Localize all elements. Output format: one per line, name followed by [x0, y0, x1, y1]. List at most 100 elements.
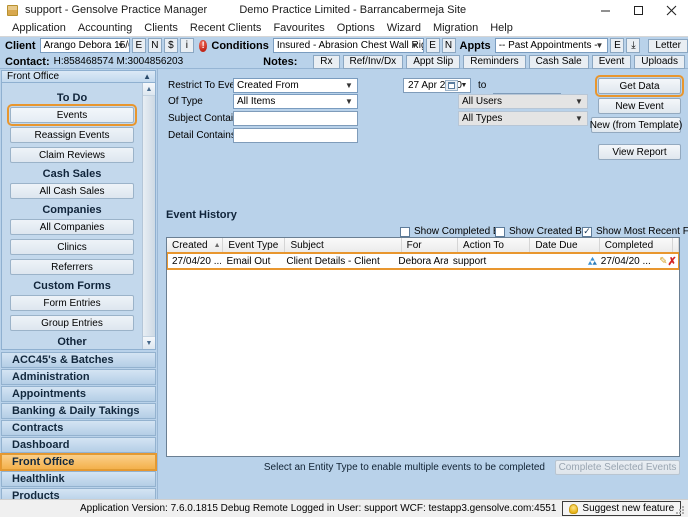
sidebar-item-referrers[interactable]: Referrers	[10, 259, 134, 275]
checkbox-icon	[400, 226, 410, 237]
download-icon[interactable]: ⤓	[626, 38, 641, 53]
chevron-down-icon: ▼	[116, 41, 125, 50]
menu-item-migration[interactable]: Migration	[427, 20, 484, 36]
pencil-icon[interactable]: ✎	[659, 256, 667, 267]
menu-item-wizard[interactable]: Wizard	[381, 20, 427, 36]
window-title-left: support - Gensolve Practice Manager	[25, 4, 208, 16]
restrict-to-events-value: Created From	[237, 80, 299, 91]
maximize-icon[interactable]	[622, 0, 655, 20]
close-icon[interactable]	[655, 0, 688, 20]
sidebar-item-all-cash-sales[interactable]: All Cash Sales	[10, 183, 134, 199]
sidebar-module-contracts[interactable]: Contracts	[1, 420, 156, 436]
sidebar-item-form-entries[interactable]: Form Entries	[10, 295, 134, 311]
chevron-down-icon: ▼	[595, 41, 604, 50]
restrict-to-events-select[interactable]: Created From ▼	[233, 78, 358, 93]
sidebar-module-front-office[interactable]: Front Office	[0, 453, 157, 471]
alert-icon[interactable]: !	[198, 39, 208, 52]
entity-type-hint: Select an Entity Type to enable multiple…	[263, 461, 545, 473]
of-type-value: All Items	[237, 96, 276, 107]
entity-type-select[interactable]: All Types ▼	[458, 111, 588, 126]
view-report-button[interactable]: View Report	[598, 144, 681, 160]
column-header-completed[interactable]: Completed	[600, 238, 674, 252]
sidebar-item-claim-reviews[interactable]: Claim Reviews	[10, 147, 134, 163]
column-header-event-type[interactable]: Event Type	[223, 238, 286, 252]
sidebar-module-banking-daily-takings[interactable]: Banking & Daily Takings	[1, 403, 156, 419]
column-header-action-to[interactable]: Action To	[458, 238, 531, 252]
uploads-button[interactable]: Uploads	[634, 54, 685, 69]
of-type-select[interactable]: All Items ▼	[233, 94, 358, 109]
cell-completed: 27/04/20 ...	[585, 253, 655, 269]
appointments-select[interactable]: -- Past Appointments -- ▼	[494, 38, 609, 53]
sidebar-header[interactable]: Front Office ▲	[1, 70, 156, 83]
sidebar-module-dashboard[interactable]: Dashboard	[1, 437, 156, 453]
calendar-icon[interactable]	[445, 80, 458, 91]
table-row[interactable]: 27/04/20 ... Email Out Client Details - …	[167, 252, 679, 270]
show-most-recent-first-checkbox[interactable]: ✓ Show Most Recent First	[582, 226, 688, 237]
new-event-button[interactable]: New Event	[598, 98, 681, 114]
scroll-down-icon[interactable]: ▼	[143, 336, 155, 349]
date-from-field[interactable]: 27 Apr 2020 ▼	[403, 78, 471, 93]
show-created-by-checkbox[interactable]: Show Created By	[495, 226, 587, 237]
sidebar-item-all-companies[interactable]: All Companies	[10, 219, 134, 235]
sidebar-module-acc45s-batches[interactable]: ACC45's & Batches	[1, 352, 156, 368]
client-label: Client	[5, 39, 36, 52]
client-money-button[interactable]: $	[163, 38, 178, 53]
sidebar-module-appointments[interactable]: Appointments	[1, 386, 156, 402]
conditions-select[interactable]: Insured - Abrasion Chest Wall Right ▼	[272, 38, 424, 53]
client-new-button[interactable]: N	[147, 38, 162, 53]
menu-item-help[interactable]: Help	[484, 20, 519, 36]
detail-contains-input[interactable]	[233, 128, 358, 143]
menu-item-accounting[interactable]: Accounting	[72, 20, 138, 36]
sidebar-module-administration[interactable]: Administration	[1, 369, 156, 385]
resize-grip-icon[interactable]	[674, 504, 686, 516]
suggest-new-feature-button[interactable]: Suggest new feature	[562, 501, 682, 516]
scrollbar-thumb[interactable]	[143, 96, 155, 336]
column-header-date-due[interactable]: Date Due	[530, 238, 600, 252]
event-button[interactable]: Event	[591, 54, 632, 69]
column-header-created-label: Created	[172, 239, 208, 251]
column-header-created[interactable]: Created ▲	[167, 238, 224, 252]
grid-header-row: Created ▲ Event Type Subject For Action …	[167, 238, 679, 253]
actioned-to-select[interactable]: All Users ▼	[458, 94, 588, 109]
rx-button[interactable]: Rx	[313, 54, 340, 69]
scroll-up-icon[interactable]: ▲	[143, 83, 155, 96]
ref-inv-dx-button[interactable]: Ref/Inv/Dx	[342, 54, 404, 69]
menu-item-recent-clients[interactable]: Recent Clients	[184, 20, 268, 36]
chevron-down-icon: ▼	[575, 97, 583, 106]
menu-item-favourites[interactable]: Favourites	[267, 20, 330, 36]
cell-event-type: Email Out	[226, 255, 271, 267]
cash-sale-button[interactable]: Cash Sale	[528, 54, 589, 69]
menu-item-options[interactable]: Options	[331, 20, 381, 36]
reminders-button[interactable]: Reminders	[463, 54, 526, 69]
sidebar-item-clinics[interactable]: Clinics	[10, 239, 134, 255]
conditions-edit-button[interactable]: E	[425, 38, 440, 53]
menu-item-clients[interactable]: Clients	[138, 20, 184, 36]
sidebar-item-reassign-events[interactable]: Reassign Events	[10, 127, 134, 143]
client-info-button[interactable]: i	[179, 38, 194, 53]
conditions-new-button[interactable]: N	[441, 38, 456, 53]
sidebar-item-events[interactable]: Events	[7, 104, 137, 126]
subject-contains-input[interactable]	[233, 111, 358, 126]
sidebar-header-label: Front Office	[7, 71, 60, 82]
appts-edit-button[interactable]: E	[610, 38, 625, 53]
chevron-down-icon[interactable]: ▼	[459, 80, 469, 91]
menu-item-application[interactable]: Application	[6, 20, 72, 36]
new-from-template-button[interactable]: New (from Template)	[590, 117, 682, 133]
appt-slip-button[interactable]: Appt Slip	[406, 54, 461, 69]
minimize-icon[interactable]	[589, 0, 622, 20]
show-completed-by-label: Show Completed By	[414, 226, 505, 237]
column-header-subject[interactable]: Subject	[285, 238, 402, 252]
sidebar-module-healthlink[interactable]: Healthlink	[1, 471, 156, 487]
show-completed-by-checkbox[interactable]: Show Completed By	[400, 226, 505, 237]
client-select[interactable]: Arango Debora 15/06/199 ▼	[39, 38, 130, 53]
delete-x-icon[interactable]: ✗	[668, 255, 677, 268]
sidebar-scrollbar[interactable]: ▲ ▼	[142, 83, 155, 349]
client-edit-button[interactable]: E	[131, 38, 146, 53]
get-data-button[interactable]: Get Data	[595, 75, 684, 97]
show-created-by-label: Show Created By	[509, 226, 587, 237]
appointments-select-value: -- Past Appointments --	[498, 40, 601, 51]
letter-button[interactable]: Letter	[648, 38, 688, 53]
column-header-for[interactable]: For	[402, 238, 459, 252]
sidebar-item-group-entries[interactable]: Group Entries	[10, 315, 134, 331]
complete-selected-events-button[interactable]: Complete Selected Events	[555, 459, 680, 475]
